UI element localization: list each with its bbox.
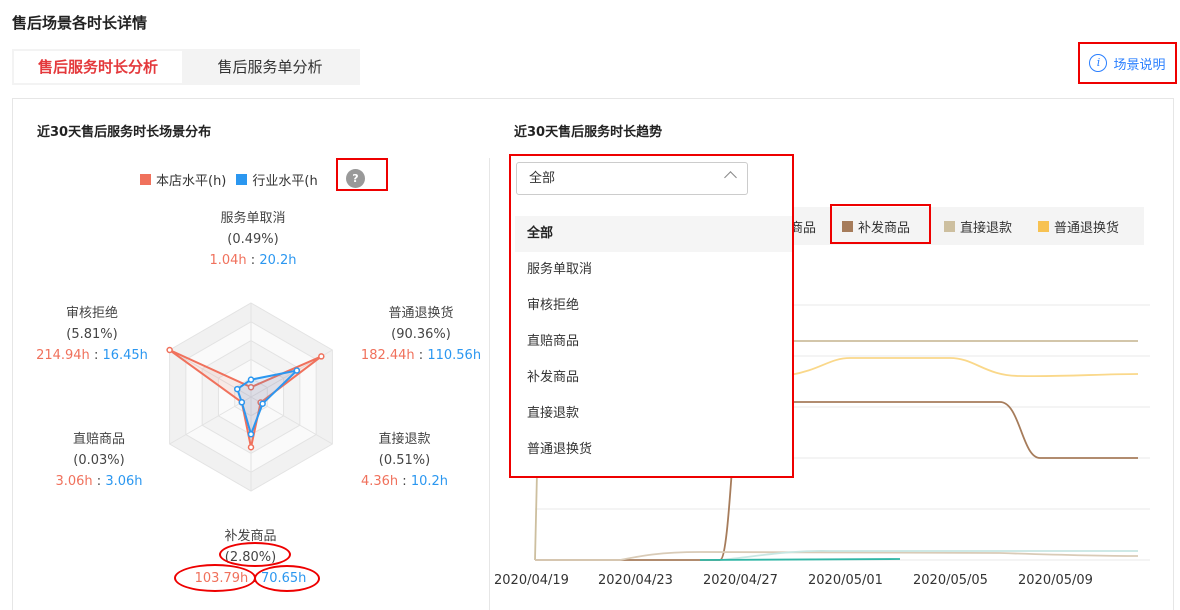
trend-legend-swatch: [1038, 220, 1050, 232]
x-tick: 2020/05/09: [1018, 573, 1093, 588]
option-compensation[interactable]: 直赔商品: [515, 324, 792, 360]
scene-select-value: 全部: [529, 171, 556, 186]
option-audit-reject[interactable]: 审核拒绝: [515, 288, 792, 324]
x-tick: 2020/05/05: [913, 573, 988, 588]
compensation-line: [699, 558, 901, 561]
trend-legend-label: 普通退换货: [1054, 220, 1120, 236]
chevron-up-icon: [724, 171, 737, 184]
x-tick: 2020/04/27: [703, 573, 778, 588]
legend-highlight-box: [830, 204, 931, 244]
regular-return-line: [789, 357, 1139, 378]
trend-legend-item[interactable]: 普通退换货: [1038, 217, 1119, 236]
trend-legend-label: 直接退款: [960, 220, 1013, 236]
scene-options: 全部 服务单取消 审核拒绝 直赔商品 补发商品 直接退款 普通退换货: [515, 216, 792, 468]
trend-legend-item[interactable]: 直接退款: [944, 217, 1012, 236]
option-direct-refund[interactable]: 直接退款: [515, 396, 792, 432]
option-regular-return[interactable]: 普通退换货: [515, 432, 792, 468]
scene-dropdown: 全部 全部 服务单取消 审核拒绝 直赔商品 补发商品 直接退款 普通退换货: [509, 154, 794, 478]
scene-select[interactable]: 全部: [516, 162, 748, 195]
trend-legend-swatch: [944, 220, 956, 232]
option-all[interactable]: 全部: [515, 216, 792, 252]
x-tick: 2020/04/19: [494, 573, 569, 588]
option-cancel[interactable]: 服务单取消: [515, 252, 792, 288]
x-tick: 2020/05/01: [808, 573, 883, 588]
x-tick: 2020/04/23: [598, 573, 673, 588]
trend-legend: 商品 补发商品 直接退款 普通退换货: [760, 207, 1144, 245]
option-reissue[interactable]: 补发商品: [515, 360, 792, 396]
